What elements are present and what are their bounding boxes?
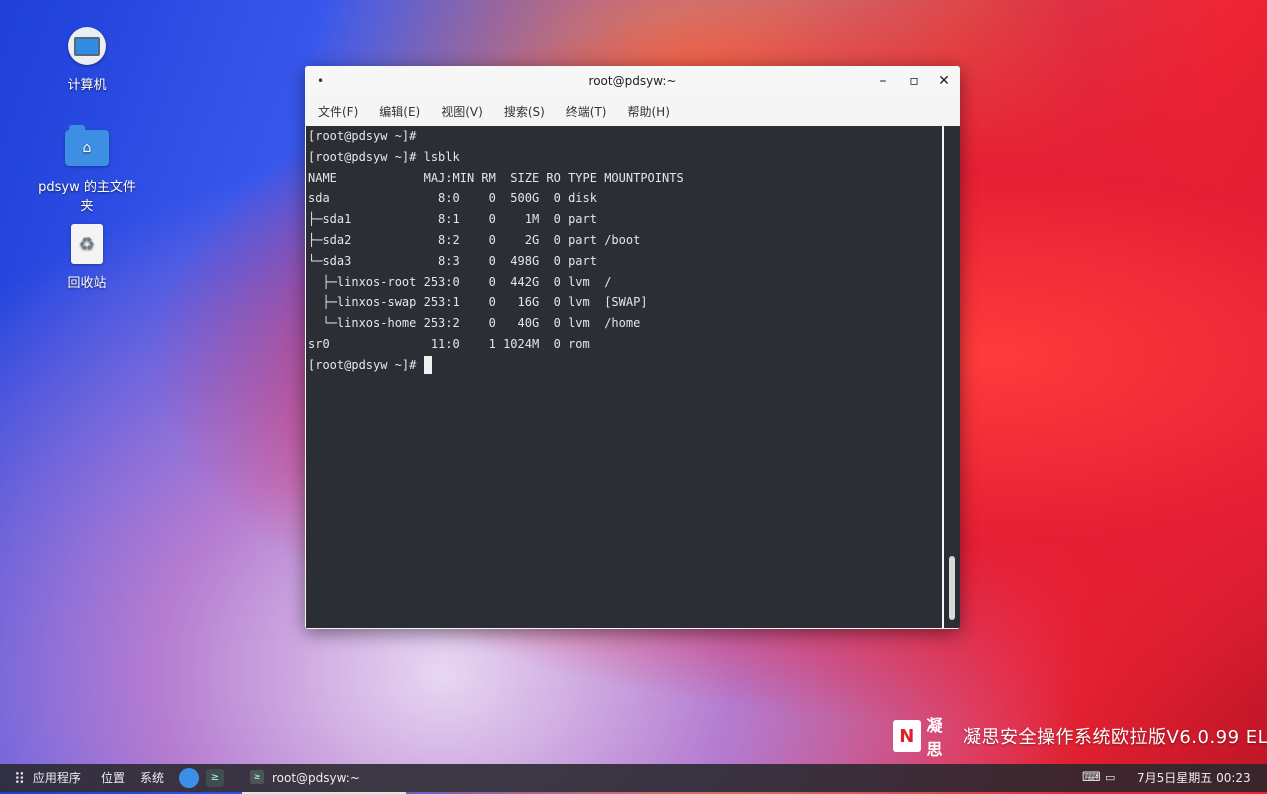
terminal-line: NAME MAJ:MIN RM SIZE RO TYPE MOUNTPOINTS [308, 170, 684, 185]
desktop-icon-home-folder[interactable]: ⌂ pdsyw 的主文件夹 [32, 125, 142, 214]
display-icon[interactable]: ▭ [1105, 764, 1115, 792]
menu-view[interactable]: 视图(V) [436, 103, 483, 120]
taskbar-window-item[interactable]: ≥ root@pdsyw:~ [242, 764, 406, 794]
terminal-line: ├─linxos-swap 253:1 0 16G 0 lvm [SWAP] [308, 295, 648, 310]
terminal-prompt: [root@pdsyw ~]# [308, 357, 424, 372]
terminal-line: sr0 11:0 1 1024M 0 rom [308, 336, 590, 351]
desktop-icon-trash[interactable]: ♻ 回收站 [32, 222, 142, 291]
apps-menu-button[interactable]: ⠿ 应用程序 [14, 764, 81, 792]
menu-terminal[interactable]: 终端(T) [561, 103, 607, 120]
close-button[interactable]: ✕ [933, 71, 955, 91]
terminal-line: └─sda3 8:3 0 498G 0 part [308, 253, 597, 268]
desktop-icon-label: 回收站 [67, 276, 107, 291]
window-title: root@pdsyw:~ [588, 74, 677, 88]
terminal-line: [root@pdsyw ~]# [308, 129, 417, 143]
terminal-line: sda 8:0 0 500G 0 disk [308, 191, 597, 206]
browser-launcher-icon[interactable] [179, 768, 199, 788]
brand-logo-icon: N [893, 720, 921, 752]
clock[interactable]: 7月5日星期五 00:23 [1137, 764, 1251, 792]
taskbar: ⠿ 应用程序 位置 系统 ≥ ≥ root@pdsyw:~ ⌨ ▭ 7月5日星期… [0, 764, 1267, 794]
terminal-line: ├─sda1 8:1 0 1M 0 part [308, 212, 597, 227]
menubar: 文件(F) 编辑(E) 视图(V) 搜索(S) 终端(T) 帮助(H) [305, 96, 960, 127]
menu-help[interactable]: 帮助(H) [623, 103, 670, 120]
keyboard-icon[interactable]: ⌨ [1082, 764, 1101, 792]
terminal-scrollbar[interactable] [944, 126, 960, 628]
menu-edit[interactable]: 编辑(E) [374, 103, 420, 120]
terminal-line: └─linxos-home 253:2 0 40G 0 lvm /home [308, 316, 641, 331]
trash-icon: ♻ [65, 222, 109, 266]
computer-icon [65, 24, 109, 68]
terminal-output[interactable]: [root@pdsyw ~]# [root@pdsyw ~]# lsblk NA… [306, 126, 942, 628]
terminal-prompt-line: [root@pdsyw ~]# [306, 355, 942, 376]
desktop-icon-computer[interactable]: 计算机 [32, 24, 142, 93]
minimize-button[interactable]: – [872, 71, 894, 91]
apps-menu-label: 应用程序 [32, 771, 81, 785]
maximize-button[interactable]: ▫ [903, 71, 925, 91]
home-folder-icon: ⌂ [65, 125, 109, 170]
brand-logo-text: 凝思 [926, 716, 943, 759]
terminal-line: [root@pdsyw ~]# lsblk [308, 149, 460, 164]
terminal-launcher-icon[interactable]: ≥ [206, 769, 224, 787]
window-titlebar[interactable]: • root@pdsyw:~ – ▫ ✕ [305, 66, 960, 96]
menu-file[interactable]: 文件(F) [313, 103, 358, 120]
os-branding: N 凝思 凝思安全操作系统欧拉版V6.0.99 EL [893, 712, 1267, 760]
places-menu-button[interactable]: 位置 [101, 764, 125, 792]
desktop-icon-label: 计算机 [67, 78, 107, 93]
terminal-line: ├─sda2 8:2 0 2G 0 part /boot [308, 232, 641, 247]
apps-grid-icon: ⠿ [14, 769, 25, 788]
scrollbar-thumb[interactable] [949, 556, 955, 620]
system-menu-button[interactable]: 系统 [140, 764, 164, 792]
menu-search[interactable]: 搜索(S) [499, 103, 545, 120]
terminal-line: ├─linxos-root 253:0 0 442G 0 lvm / [308, 274, 612, 289]
terminal-cursor [423, 356, 432, 375]
terminal-app-icon: ≥ [250, 770, 264, 784]
taskbar-window-title: root@pdsyw:~ [272, 771, 360, 785]
desktop-icon-label: pdsyw 的主文件夹 [38, 180, 136, 214]
terminal-window[interactable]: • root@pdsyw:~ – ▫ ✕ 文件(F) 编辑(E) 视图(V) 搜… [305, 66, 960, 629]
brand-text: 凝思安全操作系统欧拉版V6.0.99 EL [963, 727, 1267, 748]
